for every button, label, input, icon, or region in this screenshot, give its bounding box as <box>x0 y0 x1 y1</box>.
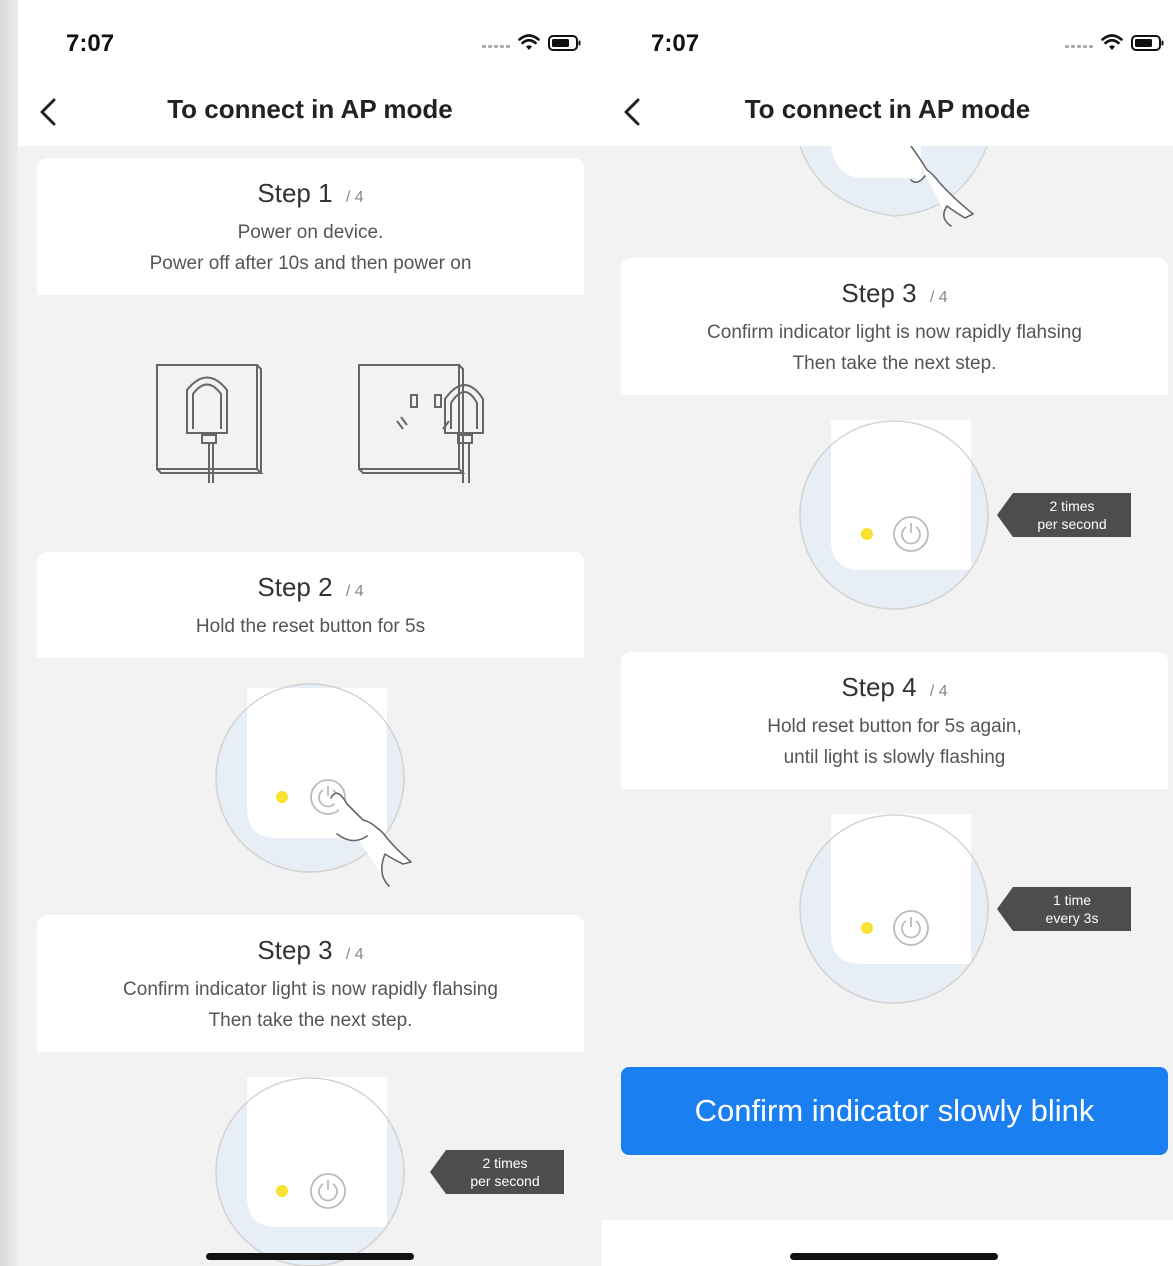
plug-icon <box>156 364 264 483</box>
step-2-title: Step 2 / 4 <box>257 572 364 602</box>
step-2-card-partial <box>621 146 1168 239</box>
step-4-card: Step 4 / 4 Hold reset button for 5s agai… <box>621 652 1168 1027</box>
phone-screen-right: 7:07 To connect in AP mode Step 3 / 4 Co… <box>602 0 1173 1266</box>
wifi-icon <box>1101 34 1123 50</box>
flash-rate-badge: 2 times per second <box>430 1150 564 1194</box>
wall-socket-icon <box>358 364 484 483</box>
flash-rate-badge: 2 times per second <box>997 493 1131 537</box>
status-icons <box>482 32 582 54</box>
status-bar: 7:07 <box>18 0 602 80</box>
battery-icon <box>548 35 581 51</box>
step-3-description: Confirm indicator light is now rapidly f… <box>707 322 1082 374</box>
battery-icon <box>1131 35 1164 51</box>
step-1-description: Power on device. Power off after 10s and… <box>149 222 472 274</box>
step-1-card: Step 1 / 4 Power on device. Power off af… <box>37 158 584 533</box>
step-2-description: Hold the reset button for 5s <box>195 616 426 637</box>
indicator-light <box>861 528 873 540</box>
step-4-description: Hold reset button for 5s again, until li… <box>767 716 1022 768</box>
step-1-illustration <box>37 295 584 533</box>
step-4-illustration: 1 time every 3s <box>621 789 1168 1027</box>
nav-bar: To connect in AP mode <box>18 80 602 146</box>
flash-rate-badge: 1 time every 3s <box>997 887 1131 931</box>
status-icons <box>1065 32 1165 54</box>
home-indicator[interactable] <box>790 1253 998 1260</box>
signal-icon <box>1065 38 1093 48</box>
page-title: To connect in AP mode <box>744 94 1031 124</box>
indicator-light <box>276 1185 288 1197</box>
step-1-title: Step 1 / 4 <box>257 178 364 208</box>
step-2-illustration-partial <box>621 146 1168 239</box>
status-time: 7:07 <box>651 30 700 57</box>
signal-icon <box>482 38 510 48</box>
step-3-illustration: 2 times per second <box>621 395 1168 633</box>
indicator-light <box>276 791 288 803</box>
home-indicator[interactable] <box>206 1253 414 1260</box>
step-3-title: Step 3 / 4 <box>257 935 364 965</box>
phone-screen-left: 7:07 To connect in AP mode Step 1 / 4 Po… <box>18 0 602 1266</box>
step-4-title: Step 4 / 4 <box>841 672 948 702</box>
step-2-illustration <box>37 658 584 896</box>
confirm-slow-blink-button[interactable]: Confirm indicator slowly blink <box>621 1067 1168 1155</box>
nav-bar: To connect in AP mode <box>602 80 1173 146</box>
step-3-description: Confirm indicator light is now rapidly f… <box>123 979 498 1031</box>
step-3-card: Step 3 / 4 Confirm indicator light is no… <box>37 915 584 1266</box>
status-time: 7:07 <box>66 30 115 57</box>
wifi-icon <box>518 34 540 50</box>
page-title: To connect in AP mode <box>167 94 453 124</box>
step-2-card: Step 2 / 4 Hold the reset button for 5s <box>37 552 584 896</box>
status-bar: 7:07 <box>602 0 1173 80</box>
indicator-light <box>861 922 873 934</box>
step-3-title: Step 3 / 4 <box>841 278 948 308</box>
step-3-card: Step 3 / 4 Confirm indicator light is no… <box>621 258 1168 633</box>
step-3-illustration: 2 times per second <box>37 1052 584 1266</box>
